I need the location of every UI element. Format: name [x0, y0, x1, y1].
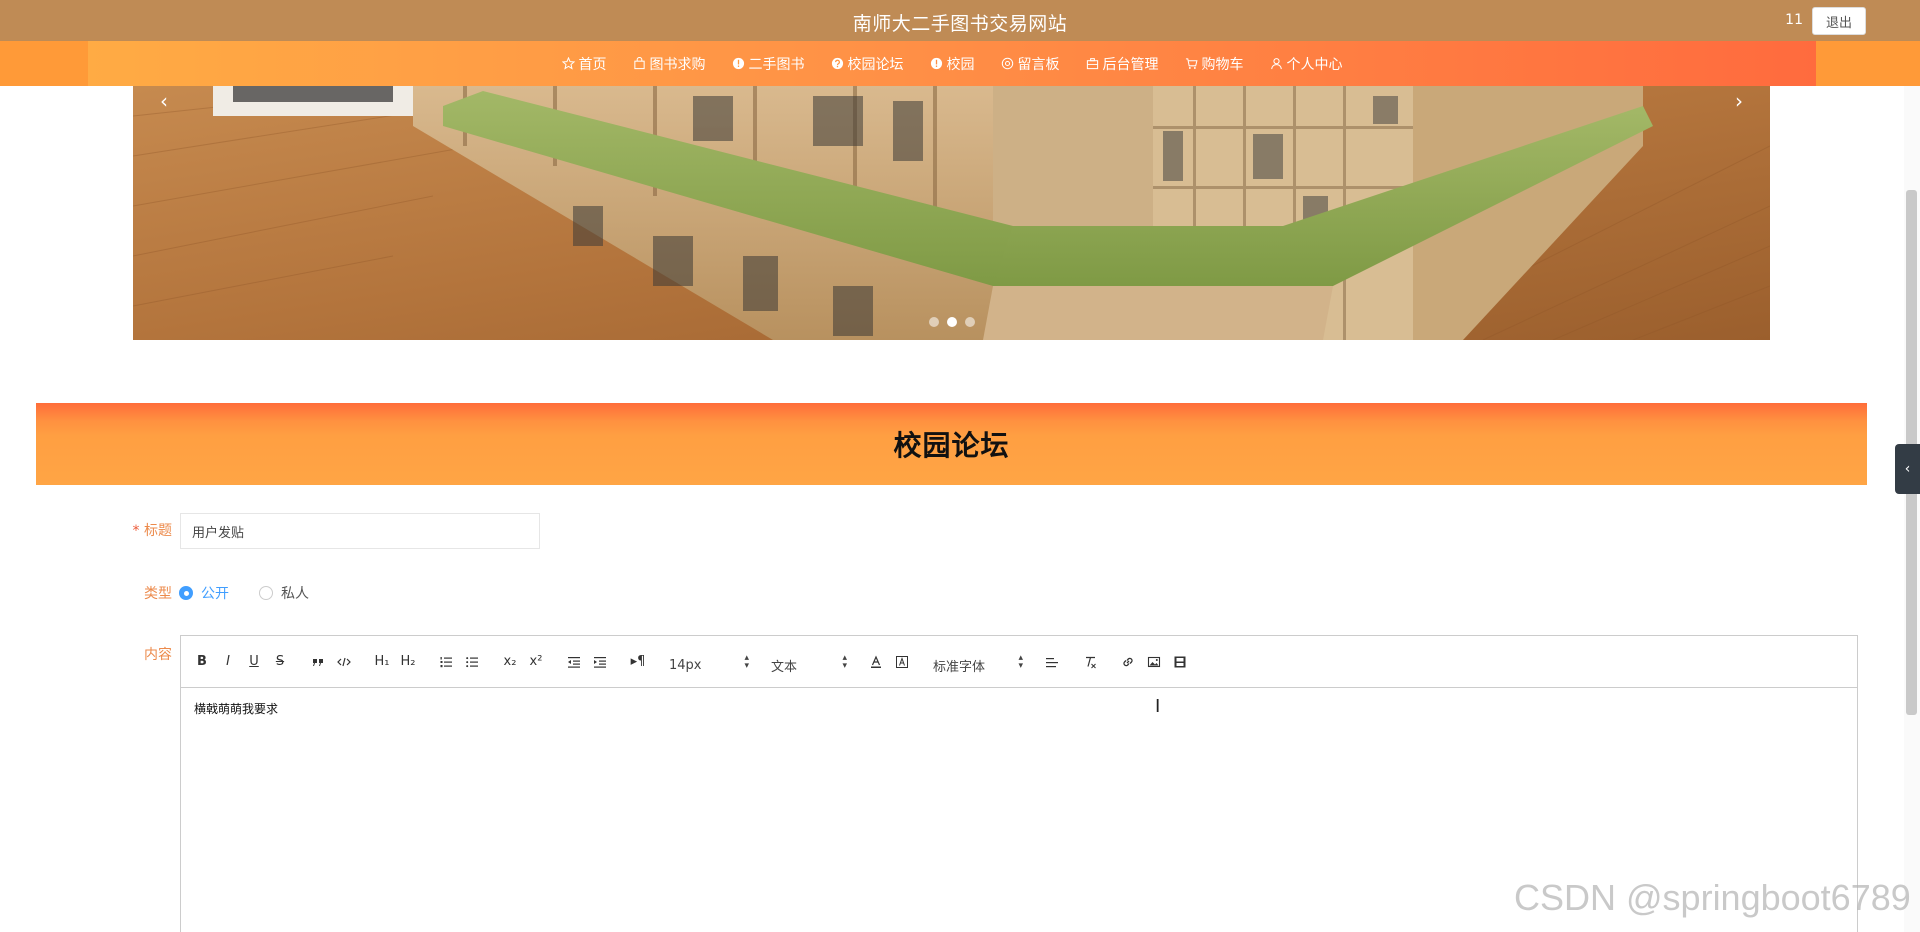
nav-label: 首页: [578, 56, 607, 73]
image-icon[interactable]: [1145, 652, 1163, 672]
link-icon[interactable]: [1119, 652, 1137, 672]
at-icon: [1001, 57, 1014, 70]
top-bar: 南师大二手图书交易网站 11 退出: [0, 0, 1920, 41]
nav-label: 校园: [946, 56, 975, 73]
strike-button[interactable]: S: [271, 652, 289, 672]
video-icon[interactable]: [1171, 652, 1189, 672]
nav-item-message-board[interactable]: 留言板: [988, 41, 1073, 86]
info-icon: [930, 57, 943, 70]
italic-button[interactable]: I: [219, 652, 237, 672]
logout-button[interactable]: 退出: [1812, 7, 1866, 35]
text-type-select[interactable]: 文本 ▴ ▾: [771, 648, 847, 675]
superscript-button[interactable]: x²: [527, 652, 545, 672]
radio-public[interactable]: 公开: [179, 583, 229, 603]
page: 南师大二手图书交易网站 11 退出 首页 图书求购 二手图书 校园论坛 校园 留…: [0, 0, 1920, 932]
nav-bar: 首页 图书求购 二手图书 校园论坛 校园 留言板 后台管理 购物车 个人中心: [0, 41, 1920, 86]
bullet-list-icon[interactable]: [463, 652, 481, 672]
carousel-dot-1[interactable]: [928, 317, 939, 327]
align-icon[interactable]: [1043, 652, 1061, 672]
editor-toolbar: B I U S H₁ H₂ x₂ x² ▸¶ 14px ▴ ▾ 文本 ▴ ▾ 标…: [181, 636, 1857, 688]
type-radio-group: 公开 私人: [179, 583, 339, 603]
library-scene-image: [133, 86, 1770, 340]
carousel-indicators: [133, 317, 1770, 327]
font-size-value: 14px: [669, 658, 702, 673]
heading-1-button[interactable]: H₁: [373, 652, 391, 672]
nav-label: 校园论坛: [847, 56, 904, 73]
nav-item-home[interactable]: 首页: [549, 41, 620, 86]
font-color-icon[interactable]: [867, 652, 885, 672]
title-label: * 标题: [92, 520, 172, 540]
code-block-icon[interactable]: [335, 652, 353, 672]
heading-2-button[interactable]: H₂: [399, 652, 417, 672]
text-direction-button[interactable]: ▸¶: [629, 652, 647, 672]
radio-circle: [179, 586, 193, 600]
select-arrow-icon: ▴ ▾: [744, 652, 749, 671]
section-title: 校园论坛: [893, 429, 1010, 462]
nav-label: 图书求购: [649, 56, 706, 73]
font-size-select[interactable]: 14px ▴ ▾: [669, 650, 749, 673]
font-family-value: 标准字体: [933, 660, 986, 675]
bold-button[interactable]: B: [193, 652, 211, 672]
background-color-icon[interactable]: [893, 652, 911, 672]
nav-item-forum[interactable]: 校园论坛: [818, 41, 917, 86]
nav-item-used-books[interactable]: 二手图书: [719, 41, 818, 86]
nav-item-admin[interactable]: 后台管理: [1073, 41, 1172, 86]
nav-label: 留言板: [1017, 56, 1060, 73]
cart-icon: [1185, 57, 1198, 70]
content-label: 内容: [144, 647, 172, 663]
title-input[interactable]: [180, 513, 540, 549]
carousel-dot-2[interactable]: [946, 317, 957, 327]
nav-item-campus[interactable]: 校园: [917, 41, 988, 86]
editor-content[interactable]: 横戟萌萌我要求: [181, 688, 1857, 729]
required-asterisk: *: [132, 523, 140, 539]
select-arrow-icon: ▴ ▾: [1018, 652, 1023, 671]
nav-label: 个人中心: [1286, 56, 1343, 73]
banner-next-arrow[interactable]: ›: [1724, 86, 1754, 116]
watermark: CSDN @springboot6789: [1514, 877, 1911, 918]
outdent-icon[interactable]: [565, 652, 583, 672]
side-panel-toggle[interactable]: ‹: [1895, 444, 1920, 494]
radio-private[interactable]: 私人: [259, 583, 309, 603]
radio-circle: [259, 586, 273, 600]
section-header: 校园论坛: [36, 403, 1867, 485]
title-label-text: 标题: [144, 523, 172, 539]
site-title: 南师大二手图书交易网站: [852, 13, 1068, 35]
help-icon: [831, 57, 844, 70]
indent-icon[interactable]: [591, 652, 609, 672]
select-arrow-icon: ▴ ▾: [842, 652, 847, 671]
nav-item-personal-center[interactable]: 个人中心: [1257, 41, 1356, 86]
banner-prev-arrow[interactable]: ‹: [149, 86, 179, 116]
nav-label: 后台管理: [1102, 56, 1159, 73]
carousel-dot-3[interactable]: [964, 317, 975, 327]
type-label: 类型: [144, 586, 172, 602]
text-cursor-icon: I: [1155, 696, 1161, 717]
banner-carousel[interactable]: ‹ ›: [133, 86, 1770, 340]
text-type-value: 文本: [771, 660, 798, 675]
editor-text: 横戟萌萌我要求: [194, 702, 279, 716]
user-name: 11: [1785, 12, 1803, 28]
bag-icon: [633, 57, 646, 70]
nav-label: 购物车: [1201, 56, 1244, 73]
radio-label: 私人: [281, 586, 309, 602]
star-icon: [561, 57, 575, 70]
ordered-list-icon[interactable]: [437, 652, 455, 672]
subscript-button[interactable]: x₂: [501, 652, 519, 672]
font-family-select[interactable]: 标准字体 ▴ ▾: [933, 648, 1023, 675]
info-icon: [732, 57, 745, 70]
nav-item-book-request[interactable]: 图书求购: [620, 41, 719, 86]
user-icon: [1270, 57, 1283, 70]
briefcase-icon: [1086, 57, 1099, 70]
nav-label: 二手图书: [748, 56, 805, 73]
nav-item-cart[interactable]: 购物车: [1172, 41, 1257, 86]
clear-format-icon[interactable]: [1081, 652, 1099, 672]
radio-label: 公开: [201, 586, 229, 602]
underline-button[interactable]: U: [245, 652, 263, 672]
blockquote-icon[interactable]: [309, 652, 327, 672]
nav-menu: 首页 图书求购 二手图书 校园论坛 校园 留言板 后台管理 购物车 个人中心: [88, 41, 1816, 86]
